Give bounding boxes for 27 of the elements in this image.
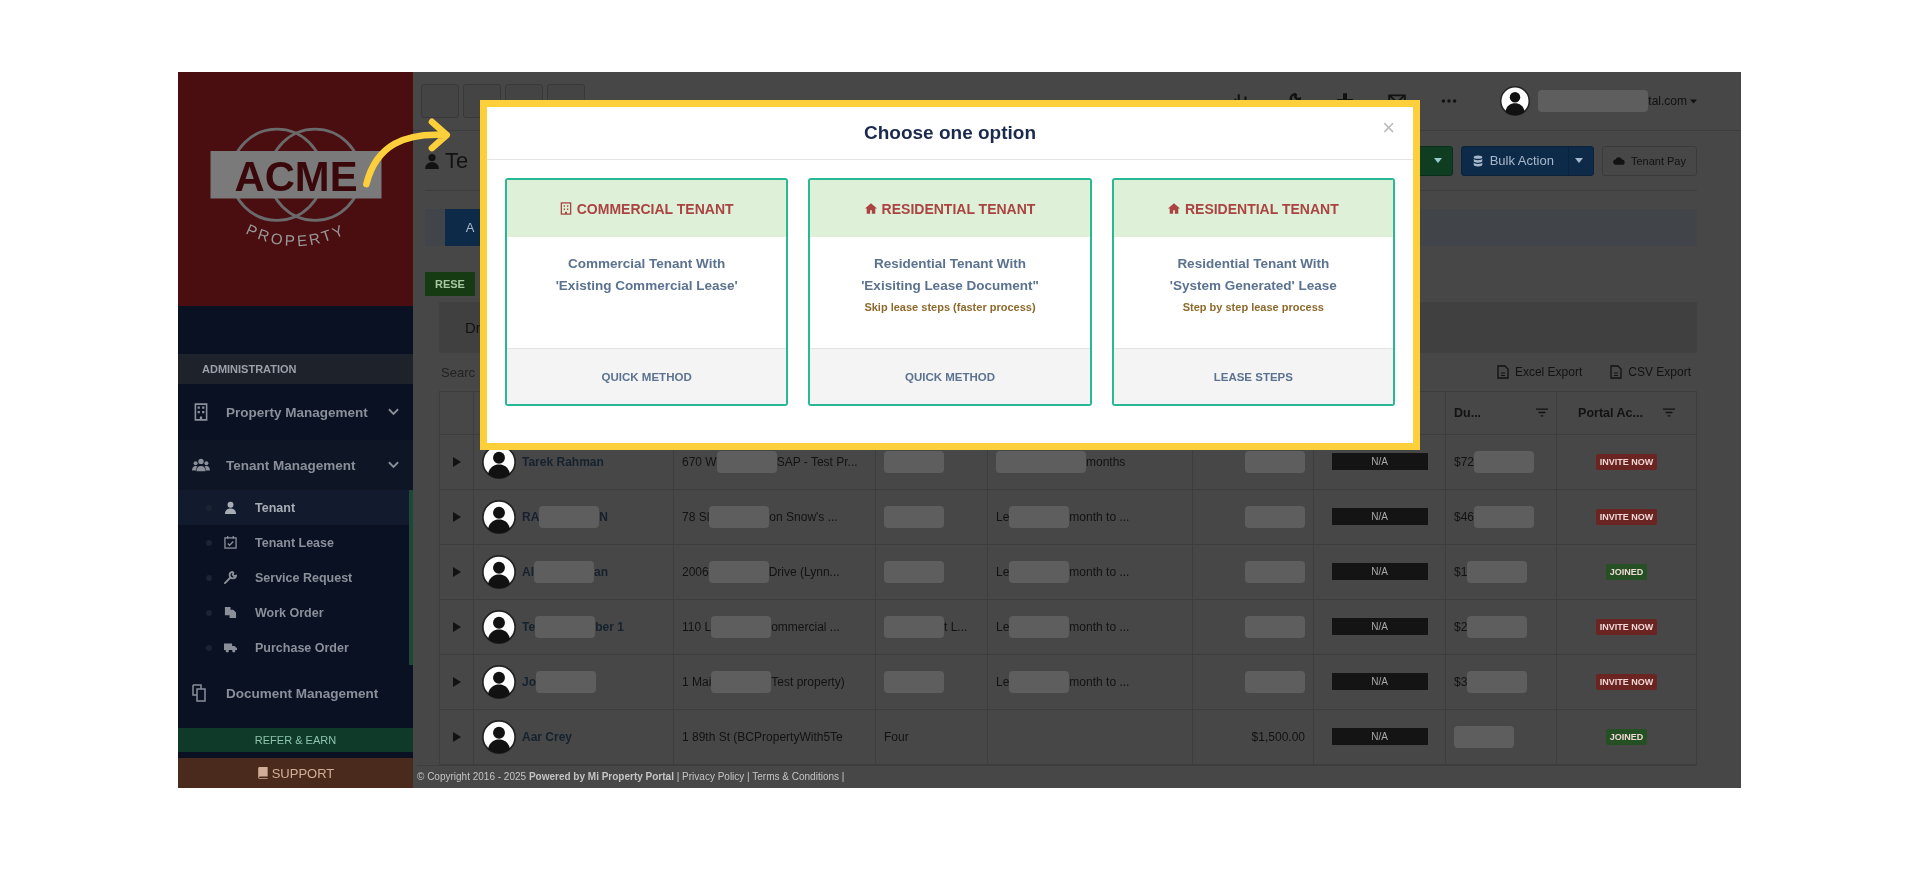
card-header: RESIDENTIAL TENANT xyxy=(1113,180,1393,237)
status-badge: N/A xyxy=(1331,728,1428,746)
card-header: RESIDENTIAL TENANT xyxy=(810,180,1090,237)
modal-title: Choose one option xyxy=(863,122,1036,144)
portal-badge: INVITE NOW xyxy=(1595,454,1658,470)
portal-badge: JOINED xyxy=(1605,564,1648,580)
portal-badge: INVITE NOW xyxy=(1595,674,1658,690)
portal-badge: INVITE NOW xyxy=(1595,619,1658,635)
status-badge: N/A xyxy=(1331,563,1428,581)
option-note: Skip lease steps (faster process) xyxy=(864,300,1036,315)
status-badge: N/A xyxy=(1331,453,1428,471)
option-description: Residential Tenant With xyxy=(874,255,1026,273)
option-description: Residential Tenant With xyxy=(1177,255,1330,273)
option-description: 'Existing Commercial Lease' xyxy=(555,277,738,295)
status-badge: N/A xyxy=(1331,618,1428,636)
card-header: COMMERCIAL TENANT xyxy=(507,180,787,237)
acme-logo: ACME PROPERTY xyxy=(200,114,391,264)
option-description: 'Exisiting Lease Document" xyxy=(861,277,1039,295)
status-badge: N/A xyxy=(1331,673,1428,691)
footer-text: © Copyright 2016 - 2025 Powered by Mi Property Portal | Privacy Policy | Terms & Conditions | xyxy=(417,765,1697,788)
portal-badge: JOINED xyxy=(1605,729,1648,745)
option-description: Commercial Tenant With xyxy=(568,255,726,273)
section-header: ADMINISTRATION xyxy=(178,354,413,384)
option-description: 'System Generated' Lease xyxy=(1169,277,1337,295)
status-badge: N/A xyxy=(1331,508,1428,526)
portal-badge: INVITE NOW xyxy=(1595,509,1658,525)
option-note: Step by step lease process xyxy=(1182,300,1324,315)
